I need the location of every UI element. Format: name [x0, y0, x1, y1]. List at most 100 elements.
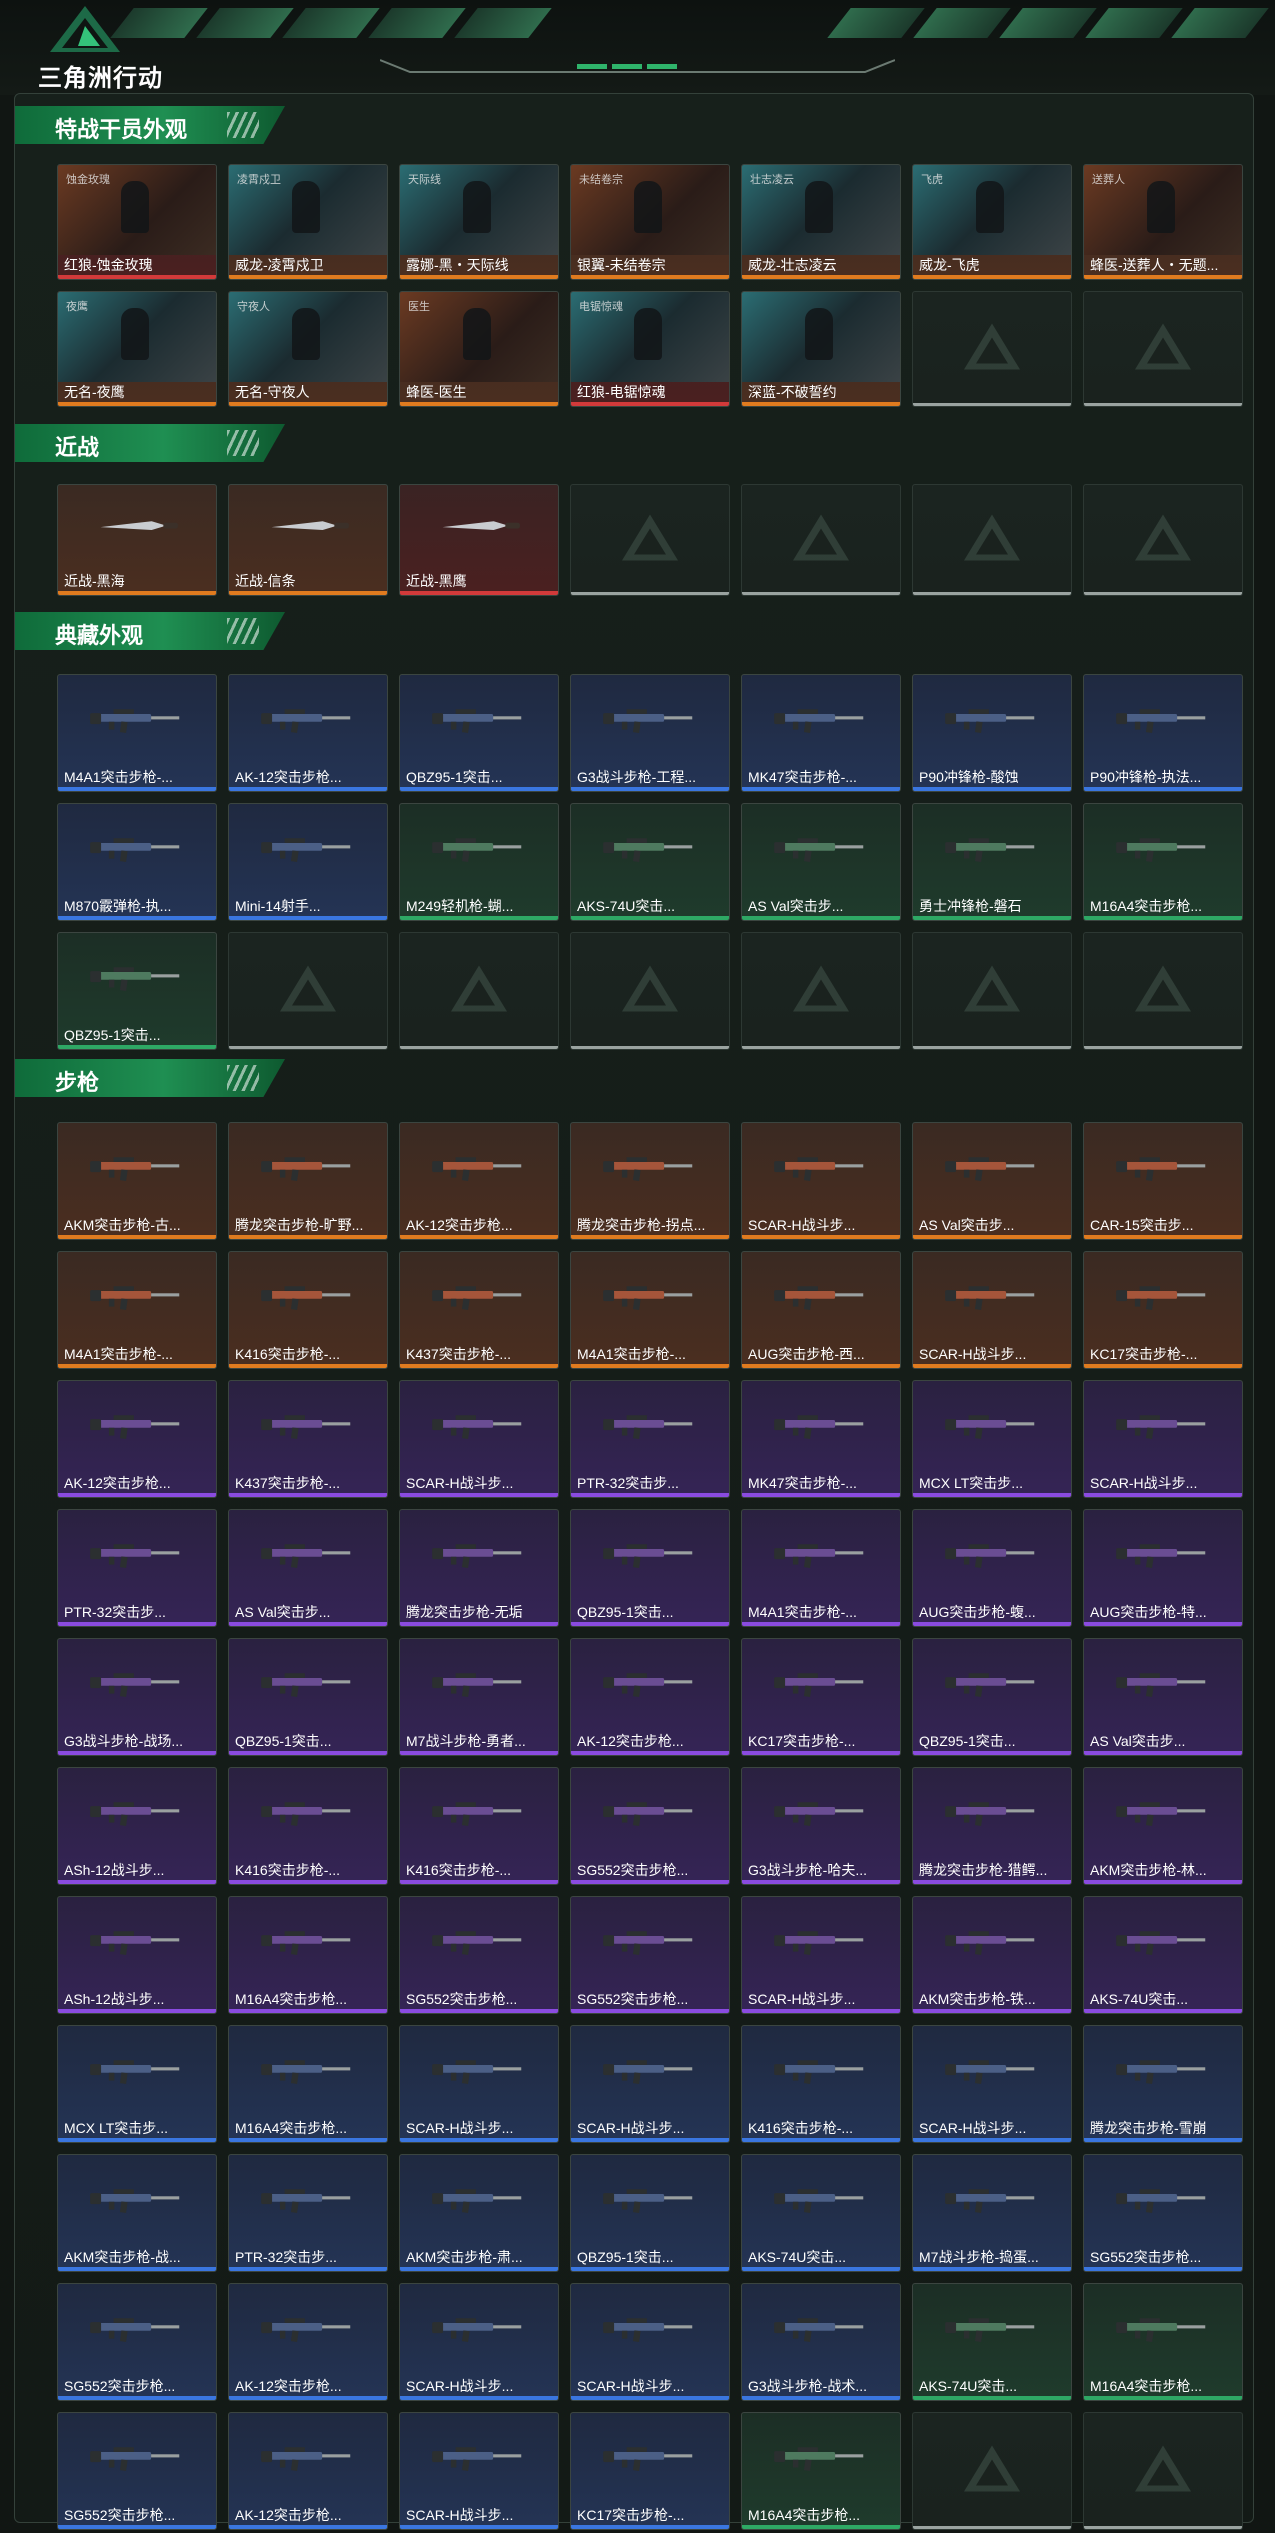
skin-card[interactable]: 腾龙突击步枪-无垢 [399, 1509, 559, 1627]
operator-card[interactable]: 蚀金玫瑰 红狼-蚀金玫瑰 [57, 164, 217, 280]
skin-card[interactable]: Mini-14射手... [228, 803, 388, 921]
skin-card[interactable]: M249轻机枪-蝴... [399, 803, 559, 921]
skin-card[interactable]: M16A4突击步枪... [228, 2025, 388, 2143]
skin-card[interactable]: M16A4突击步枪... [1083, 803, 1243, 921]
skin-card[interactable]: K416突击步枪-... [228, 1767, 388, 1885]
skin-card[interactable]: SG552突击步枪... [570, 1896, 730, 2014]
skin-card[interactable]: P90冲锋枪-执法... [1083, 674, 1243, 792]
melee-card[interactable]: 近战-黑海 [57, 484, 217, 596]
skin-card[interactable]: SG552突击步枪... [399, 1896, 559, 2014]
skin-card[interactable]: AKS-74U突击... [570, 803, 730, 921]
skin-card[interactable]: M870霰弹枪-执... [57, 803, 217, 921]
skin-card[interactable]: AK-12突击步枪... [228, 2412, 388, 2530]
skin-card[interactable]: SCAR-H战斗步... [399, 1380, 559, 1498]
skin-card[interactable]: SCAR-H战斗步... [399, 2412, 559, 2530]
skin-card[interactable]: SCAR-H战斗步... [912, 1251, 1072, 1369]
skin-card[interactable]: MK47突击步枪-... [741, 674, 901, 792]
skin-card[interactable]: ASh-12战斗步... [57, 1767, 217, 1885]
skin-card[interactable]: G3战斗步枪-哈夫... [741, 1767, 901, 1885]
skin-card[interactable]: SCAR-H战斗步... [741, 1896, 901, 2014]
skin-card[interactable]: AKM突击步枪-战... [57, 2154, 217, 2272]
skin-card[interactable]: AS Val突击步... [741, 803, 901, 921]
skin-card[interactable]: PTR-32突击步... [57, 1509, 217, 1627]
operator-card[interactable]: 深蓝-不破誓约 [741, 291, 901, 407]
skin-card[interactable]: 腾龙突击步枪-猎鳄... [912, 1767, 1072, 1885]
skin-card[interactable]: AK-12突击步枪... [399, 1122, 559, 1240]
skin-card[interactable]: SCAR-H战斗步... [570, 2283, 730, 2401]
skin-card[interactable]: M16A4突击步枪... [1083, 2283, 1243, 2401]
skin-card[interactable]: P90冲锋枪-酸蚀 [912, 674, 1072, 792]
skin-card[interactable]: K437突击步枪-... [228, 1380, 388, 1498]
skin-card[interactable]: SCAR-H战斗步... [741, 1122, 901, 1240]
skin-card[interactable]: AKM突击步枪-林... [1083, 1767, 1243, 1885]
skin-card[interactable]: PTR-32突击步... [570, 1380, 730, 1498]
skin-card[interactable]: SG552突击步枪... [570, 1767, 730, 1885]
skin-card[interactable]: AS Val突击步... [912, 1122, 1072, 1240]
skin-card[interactable]: M4A1突击步枪-... [57, 674, 217, 792]
skin-card[interactable]: QBZ95-1突击... [912, 1638, 1072, 1756]
skin-card[interactable]: M4A1突击步枪-... [741, 1509, 901, 1627]
skin-card[interactable]: KC17突击步枪-... [741, 1638, 901, 1756]
operator-card[interactable]: 电锯惊魂 红狼-电锯惊魂 [570, 291, 730, 407]
skin-card[interactable]: MCX LT突击步... [912, 1380, 1072, 1498]
skin-card[interactable]: M4A1突击步枪-... [570, 1251, 730, 1369]
operator-card[interactable]: 未结卷宗 银翼-未结卷宗 [570, 164, 730, 280]
skin-card[interactable]: SG552突击步枪... [1083, 2154, 1243, 2272]
skin-card[interactable]: QBZ95-1突击... [228, 1638, 388, 1756]
operator-card[interactable]: 天际线 露娜-黑・天际线 [399, 164, 559, 280]
skin-card[interactable]: ASh-12战斗步... [57, 1896, 217, 2014]
skin-card[interactable]: K416突击步枪-... [741, 2025, 901, 2143]
skin-card[interactable]: SCAR-H战斗步... [399, 2025, 559, 2143]
skin-card[interactable]: AK-12突击步枪... [570, 1638, 730, 1756]
skin-card[interactable]: QBZ95-1突击... [570, 1509, 730, 1627]
skin-card[interactable]: M4A1突击步枪-... [57, 1251, 217, 1369]
skin-card[interactable]: SCAR-H战斗步... [1083, 1380, 1243, 1498]
skin-card[interactable]: AK-12突击步枪... [228, 674, 388, 792]
skin-card[interactable]: M7战斗步枪-勇者... [399, 1638, 559, 1756]
melee-card[interactable]: 近战-信条 [228, 484, 388, 596]
skin-card[interactable]: AUG突击步枪-蝮... [912, 1509, 1072, 1627]
skin-card[interactable]: 勇士冲锋枪-磐石 [912, 803, 1072, 921]
melee-card[interactable]: 近战-黑鹰 [399, 484, 559, 596]
skin-card[interactable]: AUG突击步枪-西... [741, 1251, 901, 1369]
skin-card[interactable]: MK47突击步枪-... [741, 1380, 901, 1498]
operator-card[interactable]: 飞虎 威龙-飞虎 [912, 164, 1072, 280]
skin-card[interactable]: AUG突击步枪-特... [1083, 1509, 1243, 1627]
skin-card[interactable]: 腾龙突击步枪-旷野... [228, 1122, 388, 1240]
operator-card[interactable]: 医生 蜂医-医生 [399, 291, 559, 407]
skin-card[interactable]: SG552突击步枪... [57, 2412, 217, 2530]
skin-card[interactable]: QBZ95-1突击... [57, 932, 217, 1050]
skin-card[interactable]: M16A4突击步枪... [228, 1896, 388, 2014]
skin-card[interactable]: AKM突击步枪-肃... [399, 2154, 559, 2272]
skin-card[interactable]: G3战斗步枪-工程... [570, 674, 730, 792]
skin-card[interactable]: K416突击步枪-... [228, 1251, 388, 1369]
skin-card[interactable]: K416突击步枪-... [399, 1767, 559, 1885]
skin-card[interactable]: KC17突击步枪-... [1083, 1251, 1243, 1369]
skin-card[interactable]: SCAR-H战斗步... [399, 2283, 559, 2401]
skin-card[interactable]: MCX LT突击步... [57, 2025, 217, 2143]
skin-card[interactable]: AKS-74U突击... [741, 2154, 901, 2272]
skin-card[interactable]: AKS-74U突击... [912, 2283, 1072, 2401]
skin-card[interactable]: K437突击步枪-... [399, 1251, 559, 1369]
skin-card[interactable]: AS Val突击步... [228, 1509, 388, 1627]
operator-card[interactable]: 送葬人 蜂医-送葬人・无题... [1083, 164, 1243, 280]
skin-card[interactable]: M7战斗步枪-捣蛋... [912, 2154, 1072, 2272]
skin-card[interactable]: SCAR-H战斗步... [570, 2025, 730, 2143]
skin-card[interactable]: AK-12突击步枪... [57, 1380, 217, 1498]
skin-card[interactable]: G3战斗步枪-战术... [741, 2283, 901, 2401]
operator-card[interactable]: 夜鹰 无名-夜鹰 [57, 291, 217, 407]
operator-card[interactable]: 凌霄戍卫 威龙-凌霄戍卫 [228, 164, 388, 280]
skin-card[interactable]: AKM突击步枪-铁... [912, 1896, 1072, 2014]
skin-card[interactable]: M16A4突击步枪... [741, 2412, 901, 2530]
skin-card[interactable]: AK-12突击步枪... [228, 2283, 388, 2401]
skin-card[interactable]: CAR-15突击步... [1083, 1122, 1243, 1240]
skin-card[interactable]: G3战斗步枪-战场... [57, 1638, 217, 1756]
skin-card[interactable]: 腾龙突击步枪-拐点... [570, 1122, 730, 1240]
skin-card[interactable]: SG552突击步枪... [57, 2283, 217, 2401]
skin-card[interactable]: 腾龙突击步枪-雪崩 [1083, 2025, 1243, 2143]
skin-card[interactable]: PTR-32突击步... [228, 2154, 388, 2272]
skin-card[interactable]: SCAR-H战斗步... [912, 2025, 1072, 2143]
skin-card[interactable]: QBZ95-1突击... [570, 2154, 730, 2272]
skin-card[interactable]: QBZ95-1突击... [399, 674, 559, 792]
operator-card[interactable]: 守夜人 无名-守夜人 [228, 291, 388, 407]
